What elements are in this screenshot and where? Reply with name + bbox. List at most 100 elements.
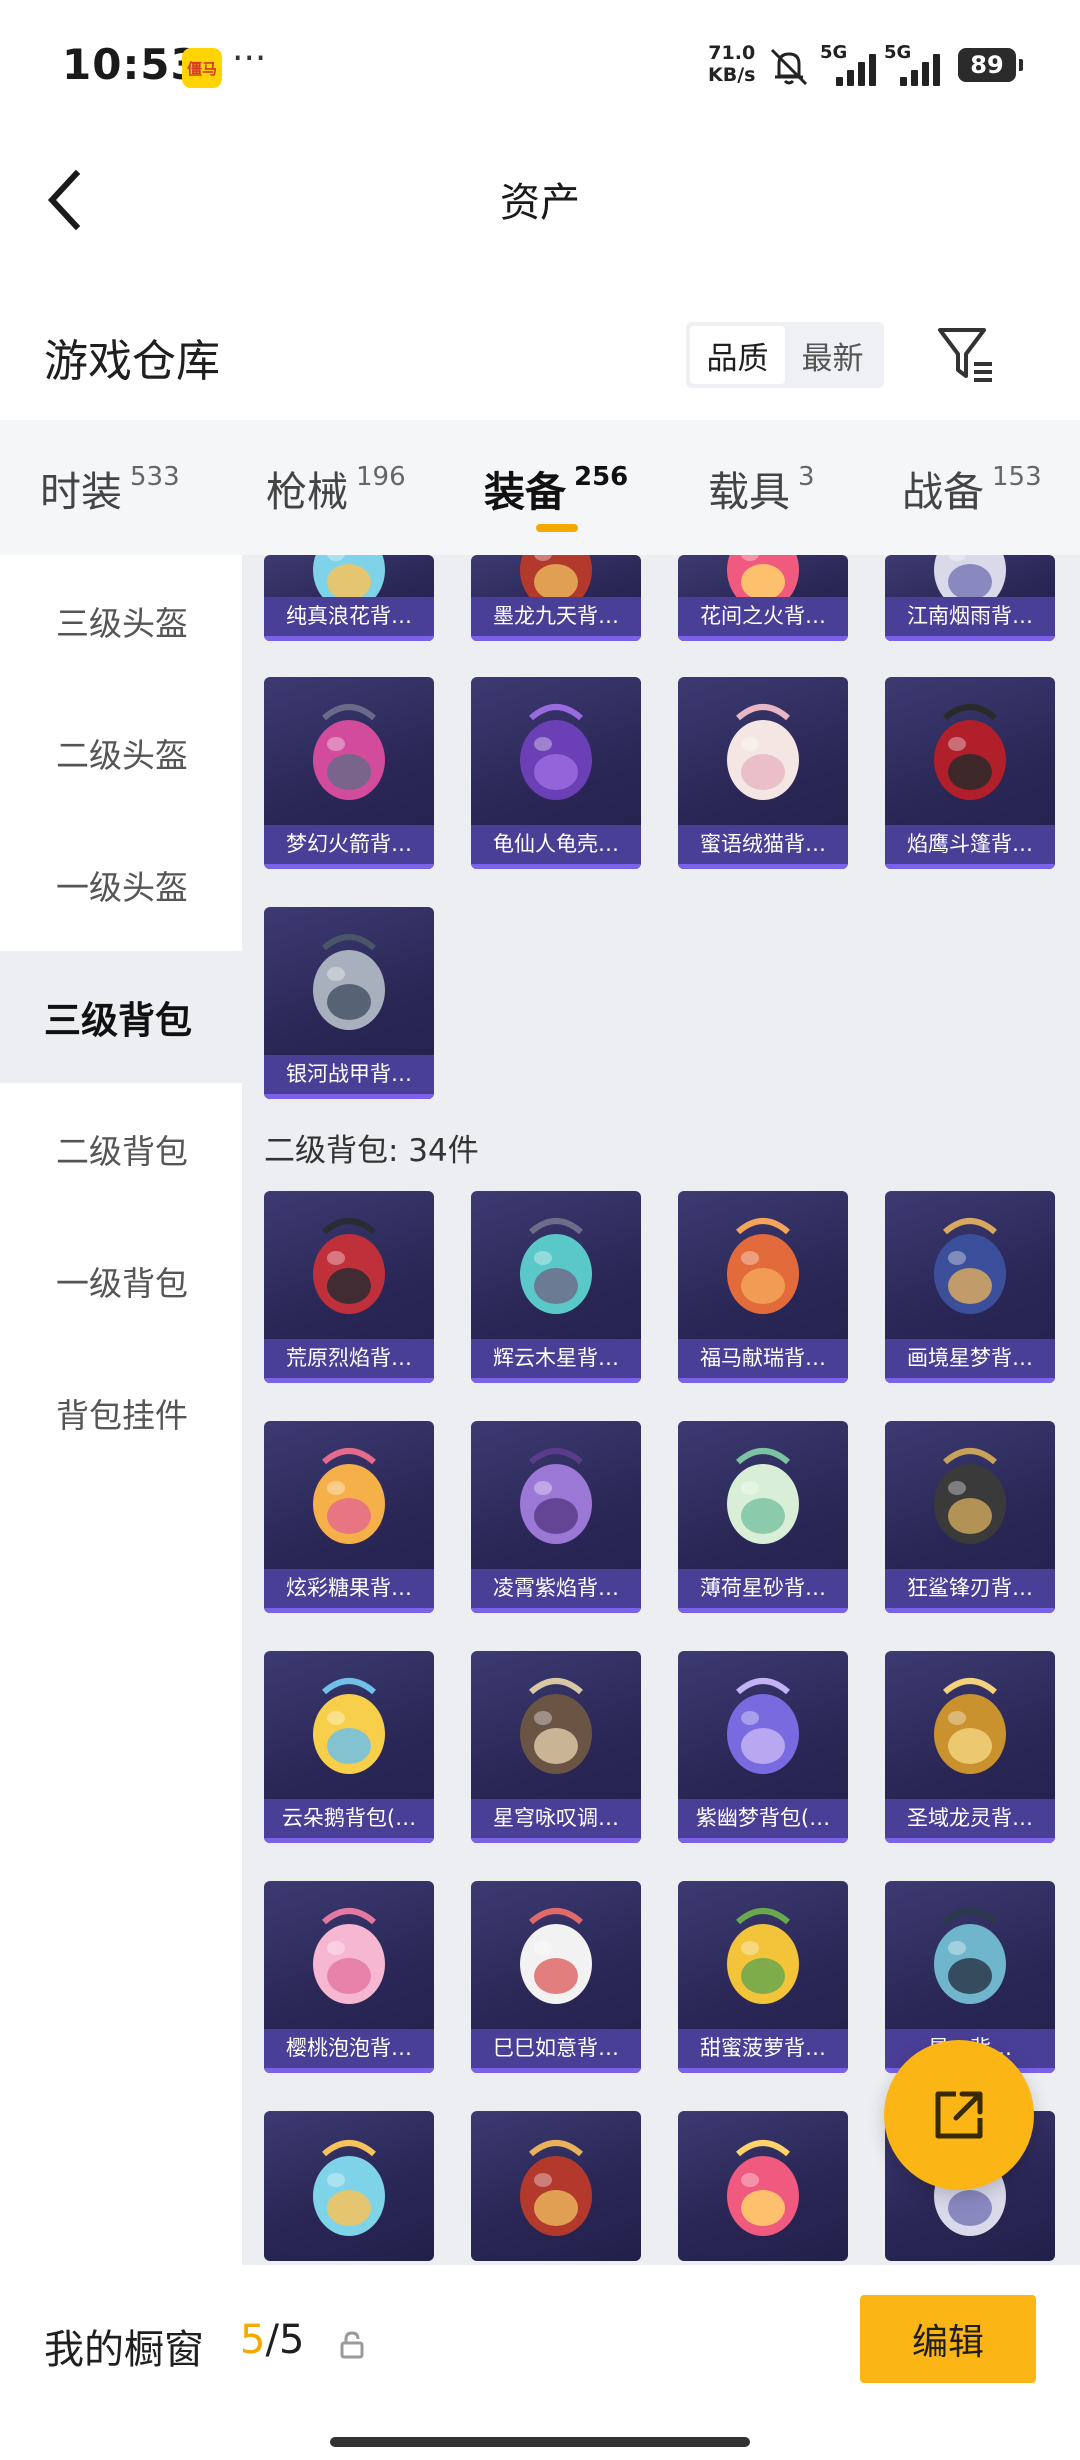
item-name: 紫幽梦背包(… [678,1799,848,1843]
backpack-icon [313,1217,385,1314]
showcase-count-separator: / [265,2317,279,2363]
sidebar-item-level1-backpack[interactable]: 一级背包 [0,1215,242,1347]
item-card[interactable]: 星穹咏叹调… [471,1651,641,1843]
sidebar-item-level3-backpack[interactable]: 三级背包 [0,951,242,1083]
item-card[interactable]: 墨龙九天背… [471,555,641,641]
group-label-level2-backpack: 二级背包: 34件 [264,1133,479,1169]
item-image [264,2111,434,2261]
item-name: 樱桃泡泡背… [264,2029,434,2073]
backpack-icon [934,1447,1006,1544]
status-time: 10:53 [62,40,201,89]
sidebar-item-level1-helmet[interactable]: 一级头盔 [0,819,242,951]
filter-icon [938,328,992,382]
item-name: 狂鲨锋刃背… [885,1569,1055,1613]
network-speed-unit: KB/s [708,64,756,86]
showcase-count-current: 5 [240,2317,266,2363]
edit-button[interactable]: 编辑 [860,2295,1036,2383]
item-card[interactable]: 花间之火背… [678,555,848,641]
item-name: 墨龙九天背… [471,597,641,641]
backpack-icon [520,1907,592,2004]
tab-firearms[interactable]: 枪械 196 [266,458,406,518]
showcase-count-total: 5 [278,2317,305,2363]
item-image [471,1881,641,2032]
item-card[interactable]: 甜蜜菠萝背… [678,1881,848,2073]
item-card[interactable]: 紫幽梦背包(… [678,1651,848,1843]
sort-toggle: 品质 最新 [686,322,884,388]
network-speed-value: 71.0 [708,42,756,64]
item-card[interactable]: 荒原烈焰背… [264,1191,434,1383]
item-grid: 纯真浪花背… 墨龙九天背… 花间之火背… 江南烟雨背… 梦幻火箭背… 龟仙人龟壳… 蜜语绒猫… [242,555,1080,2265]
backpack-icon [727,1907,799,2004]
item-card[interactable]: 圣域龙灵背… [885,1651,1055,1843]
item-card[interactable]: 巳巳如意背… [471,1881,641,2073]
item-image [885,1191,1055,1342]
item-name: 画境星梦背… [885,1339,1055,1383]
share-button[interactable] [884,2040,1034,2190]
mute-icon [766,46,812,90]
item-image [264,1421,434,1572]
item-card[interactable]: 凌霄紫焰背… [471,1421,641,1613]
backpack-icon [313,1677,385,1774]
item-card[interactable] [471,2111,641,2261]
tab-label: 枪械 [266,468,348,516]
item-card[interactable]: 云朵鹅背包(… [264,1651,434,1843]
tab-equipment[interactable]: 装备 256 [484,458,628,518]
tab-fashion[interactable]: 时装 533 [40,458,180,518]
item-card[interactable] [264,2111,434,2261]
item-card[interactable]: 辉云木星背… [471,1191,641,1383]
item-name: 辉云木星背… [471,1339,641,1383]
item-card[interactable] [678,2111,848,2261]
item-card[interactable]: 福马献瑞背… [678,1191,848,1383]
network-speed: 71.0 KB/s [708,42,755,86]
item-image [264,907,434,1058]
item-card[interactable]: 炫彩糖果背… [264,1421,434,1613]
tab-combat-supplies[interactable]: 战备 153 [902,458,1042,518]
item-card[interactable]: 龟仙人龟壳… [471,677,641,869]
item-card[interactable]: 蜜语绒猫背… [678,677,848,869]
showcase-label: 我的橱窗 [44,2327,204,2373]
sidebar-item-level2-helmet[interactable]: 二级头盔 [0,687,242,819]
backpack-icon [727,2140,799,2236]
sidebar-item-level3-helmet[interactable]: 三级头盔 [0,555,242,687]
item-image [471,1191,641,1342]
item-card[interactable]: 江南烟雨背… [885,555,1055,641]
item-card[interactable]: 画境星梦背… [885,1191,1055,1383]
item-card[interactable]: 狂鲨锋刃背… [885,1421,1055,1613]
sidebar-item-backpack-charm[interactable]: 背包挂件 [0,1347,242,1479]
home-indicator[interactable] [330,2437,750,2447]
backpack-icon [313,703,385,800]
page-title: 资产 [500,180,580,226]
sort-newest-button[interactable]: 最新 [785,326,880,384]
backpack-icon [727,1447,799,1544]
bottom-bar: 我的橱窗 5/5 编辑 [0,2265,1080,2460]
tab-label: 时装 [40,468,122,516]
backpack-icon [727,1677,799,1774]
tab-label: 战备 [902,468,984,516]
lock-icon [340,2331,364,2363]
item-card[interactable]: 焰鹰斗篷背… [885,677,1055,869]
item-card[interactable]: 银河战甲背… [264,907,434,1099]
showcase-count: 5/5 [240,2317,304,2363]
tab-vehicles[interactable]: 载具 3 [708,458,815,518]
item-card[interactable]: 梦幻火箭背… [264,677,434,869]
backpack-icon [520,1447,592,1544]
backpack-icon [727,1217,799,1314]
share-icon [935,2091,983,2139]
item-name: 梦幻火箭背… [264,825,434,869]
sort-quality-button[interactable]: 品质 [690,326,785,384]
item-card[interactable]: 樱桃泡泡背… [264,1881,434,2073]
item-image [264,1651,434,1802]
item-name: 薄荷星砂背… [678,1569,848,1613]
item-image [471,677,641,828]
backpack-icon [520,2140,592,2236]
item-card[interactable]: 纯真浪花背… [264,555,434,641]
section-title: 游戏仓库 [44,336,220,387]
backpack-icon [313,2140,385,2236]
item-name: 炫彩糖果背… [264,1569,434,1613]
item-name: 荒原烈焰背… [264,1339,434,1383]
tab-label: 装备 [484,468,566,516]
item-image [678,677,848,828]
sidebar-item-level2-backpack[interactable]: 二级背包 [0,1083,242,1215]
filter-button[interactable] [934,322,998,386]
item-card[interactable]: 薄荷星砂背… [678,1421,848,1613]
